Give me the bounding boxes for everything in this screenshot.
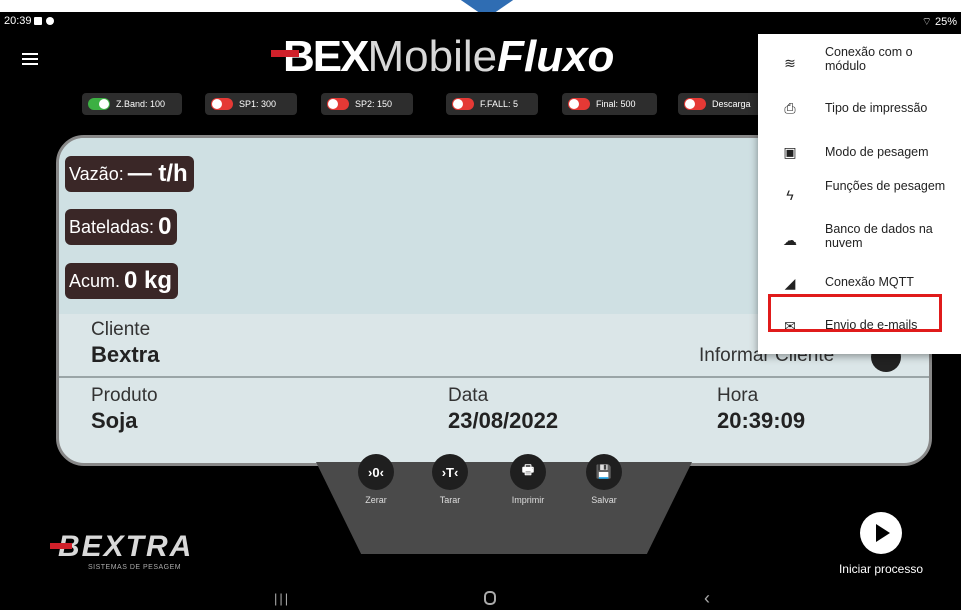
battery-level: ⌔ 25% [921, 16, 957, 28]
brand-fluxo: Fluxo [497, 32, 615, 81]
toggle-off-icon [327, 98, 349, 110]
hora-label: Hora [717, 385, 759, 406]
cliente-value: Bextra [91, 342, 160, 367]
zero-icon: ›0‹ [358, 454, 394, 490]
toggle-off-icon [452, 98, 474, 110]
printer-icon: ⎙ [784, 100, 796, 116]
back-icon[interactable]: ‹ [704, 588, 710, 609]
menu-item-modo-pesagem[interactable]: ▣ Modo de pesagem [758, 138, 961, 168]
rss-icon: ◢ [784, 275, 796, 291]
cloud-icon: ☁ [783, 232, 797, 248]
data-label: Data [448, 385, 489, 406]
pill-sp2[interactable]: SP2: 150 [321, 93, 413, 115]
toggle-off-icon [568, 98, 590, 110]
logo-word: BEXTRA [49, 530, 194, 563]
pill-ffall[interactable]: F.FALL: 5 [446, 93, 538, 115]
salvar-button[interactable]: 💾 Salvar [584, 454, 624, 505]
menu-item-conexao-mqtt[interactable]: ◢ Conexão MQTT [758, 266, 961, 296]
status-bar: 20:39 ⌔ 25% [0, 12, 961, 32]
scale-icon: ▣ [783, 144, 797, 160]
bateladas-chip: Bateladas: 0 [65, 209, 178, 245]
imprimir-button[interactable]: 🖶 Imprimir [508, 454, 548, 505]
toggle-off-icon [211, 98, 233, 110]
system-nav-bar: ||| ‹ [0, 586, 961, 610]
gallery-icon [34, 17, 42, 25]
recent-apps-icon[interactable]: ||| [274, 591, 290, 606]
tarar-button[interactable]: ›T‹ Tarar [430, 454, 470, 505]
bolt-icon: ϟ [786, 187, 794, 203]
pill-descarga[interactable]: Descarga [678, 93, 768, 115]
brand-bex: BEX [283, 32, 369, 81]
zerar-button[interactable]: ›0‹ Zerar [356, 454, 396, 505]
cliente-label: Cliente [91, 319, 151, 340]
menu-item-funcoes-pesagem[interactable]: ϟ Funções de pesagem [758, 176, 961, 212]
details-row: Produto Soja Data 23/08/2022 Hora 20:39:… [59, 378, 929, 448]
produto-value: Soja [91, 408, 138, 433]
vazao-chip: Vazão: — t/h [65, 156, 194, 192]
app-brand: BEXMobileFluxo [283, 32, 614, 82]
tare-icon: ›T‹ [432, 454, 468, 490]
start-process-button[interactable]: Iniciar processo [826, 512, 936, 576]
brand-mobile: Mobile [367, 32, 498, 81]
play-icon [860, 512, 902, 554]
acum-chip: Acum. 0 kg [65, 263, 179, 299]
menu-item-tipo-impressao[interactable]: ⎙ Tipo de impressão [758, 96, 961, 126]
produto-label: Produto [91, 385, 158, 406]
device: 20:39 ⌔ 25% BEXMobileFluxo Z.Band: 100 S… [0, 0, 961, 610]
start-process-label: Iniciar processo [838, 562, 924, 576]
toggle-on-icon [88, 98, 110, 110]
wifi-icon: ≋ [784, 55, 796, 71]
hora-value: 20:39:09 [717, 408, 806, 433]
hamburger-menu-icon[interactable] [22, 53, 38, 65]
logo-tagline: SISTEMAS DE PESAGEM [88, 564, 182, 571]
highlight-box [768, 294, 942, 332]
printer-icon: 🖶 [510, 454, 546, 490]
pill-zband[interactable]: Z.Band: 100 [82, 93, 182, 115]
home-icon[interactable] [484, 591, 496, 605]
menu-item-conexao-modulo[interactable]: ≋ Conexão com o módulo [758, 42, 961, 78]
menu-item-banco-dados[interactable]: ☁ Banco de dados na nuvem [758, 219, 961, 255]
pill-final[interactable]: Final: 500 [562, 93, 657, 115]
save-icon: 💾 [586, 454, 622, 490]
status-time: 20:39 [4, 15, 32, 27]
bextra-logo: BEXTRA SISTEMAS DE PESAGEM [49, 530, 194, 571]
toggle-off-icon [684, 98, 706, 110]
data-value: 23/08/2022 [448, 408, 559, 433]
sync-icon [46, 17, 54, 25]
pill-sp1[interactable]: SP1: 300 [205, 93, 297, 115]
